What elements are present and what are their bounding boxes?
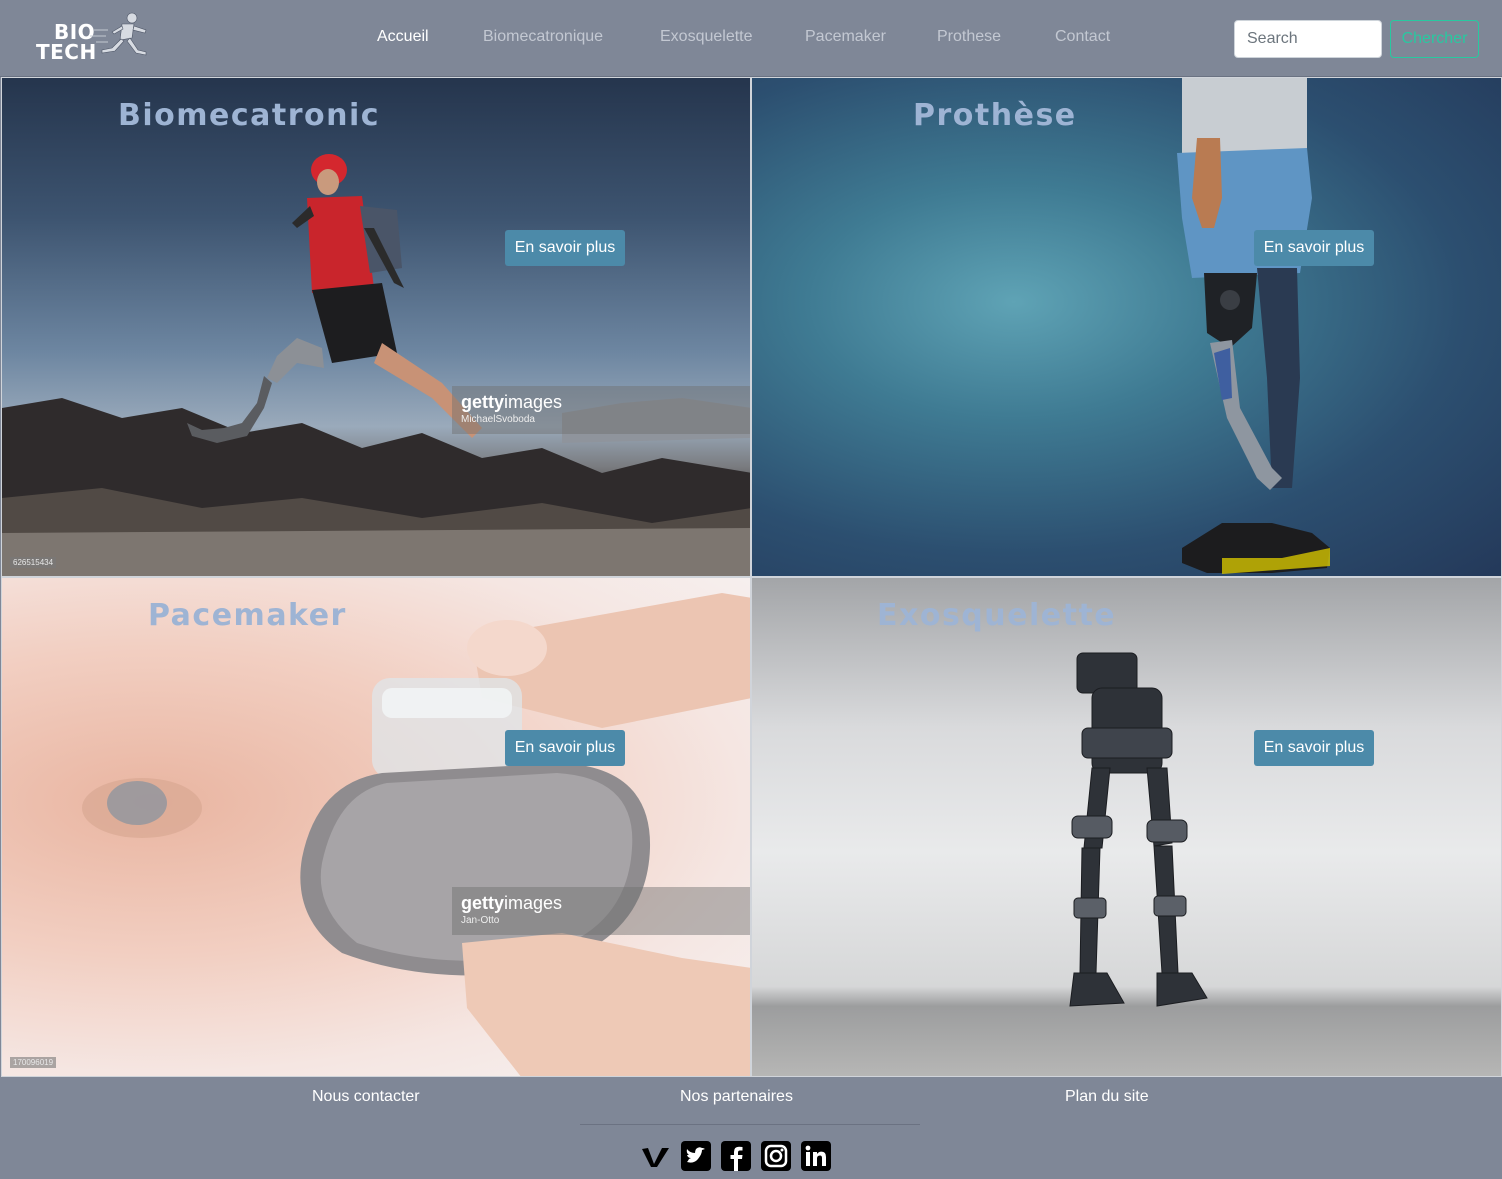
image-id: 170096019 — [10, 1057, 57, 1068]
getty-watermark: gettyimages MichaelSvoboda — [452, 386, 750, 434]
search-input[interactable] — [1234, 20, 1382, 58]
tile-title: Biomecatronic — [118, 98, 381, 133]
watermark-credit: MichaelSvoboda — [461, 414, 535, 425]
nav-prothese[interactable]: Prothese — [937, 28, 1001, 46]
navbar: BIO TECH Accueil Biomecatronique Exosque… — [0, 0, 1502, 77]
footer-link-plan-du-site[interactable]: Plan du site — [1065, 1088, 1149, 1106]
tile-exosquelette: Exosquelette En savoir plus — [751, 577, 1502, 1077]
tile-prothese: Prothèse En savoir plus — [751, 77, 1502, 577]
getty-watermark: gettyimages Jan-Otto — [452, 887, 750, 935]
footer-link-nous-contacter[interactable]: Nous contacter — [312, 1088, 420, 1106]
instagram-icon[interactable] — [760, 1140, 792, 1172]
pacemaker-in-hand-image — [82, 593, 750, 1076]
footer-divider — [580, 1124, 920, 1125]
tile-pacemaker: Pacemaker En savoir plus gettyimages Jan… — [1, 577, 751, 1077]
tile-title: Exosquelette — [877, 598, 1117, 633]
search-button[interactable]: Chercher — [1390, 20, 1479, 58]
en-savoir-plus-button[interactable]: En savoir plus — [1254, 230, 1374, 266]
nav-contact[interactable]: Contact — [1055, 28, 1110, 46]
watermark-brand-bold: getty — [461, 392, 505, 412]
linkedin-icon[interactable] — [800, 1140, 832, 1172]
exoskeleton-image — [1069, 652, 1208, 1007]
watermark-brand-bold: getty — [461, 893, 505, 913]
facebook-icon[interactable] — [720, 1140, 752, 1172]
running-robot-icon — [90, 12, 147, 56]
prosthetic-leg-image — [1177, 78, 1330, 574]
twitter-icon[interactable] — [680, 1140, 712, 1172]
vimeo-icon[interactable] — [640, 1140, 672, 1172]
footer: Nous contacter Nos partenaires Plan du s… — [0, 1077, 1502, 1179]
en-savoir-plus-button[interactable]: En savoir plus — [505, 230, 625, 266]
footer-link-nos-partenaires[interactable]: Nos partenaires — [680, 1088, 793, 1106]
nav-accueil[interactable]: Accueil — [377, 28, 429, 46]
nav-biomecatronique[interactable]: Biomecatronique — [483, 28, 603, 46]
nav-pacemaker[interactable]: Pacemaker — [805, 28, 886, 46]
en-savoir-plus-button[interactable]: En savoir plus — [1254, 730, 1374, 766]
tile-title: Prothèse — [913, 98, 1077, 133]
runner-with-prosthetic-image — [2, 154, 750, 576]
watermark-brand-rest: images — [504, 392, 563, 412]
image-id: 626515434 — [10, 557, 57, 568]
watermark-credit: Jan-Otto — [461, 915, 500, 926]
tile-biomecatronic: Biomecatronic En savoir plus gettyimages… — [1, 77, 751, 577]
brand-logo[interactable]: BIO TECH — [30, 10, 155, 66]
watermark-brand-rest: images — [504, 893, 563, 913]
tile-title: Pacemaker — [148, 598, 347, 633]
en-savoir-plus-button[interactable]: En savoir plus — [505, 730, 625, 766]
nav-exosquelette[interactable]: Exosquelette — [660, 28, 753, 46]
